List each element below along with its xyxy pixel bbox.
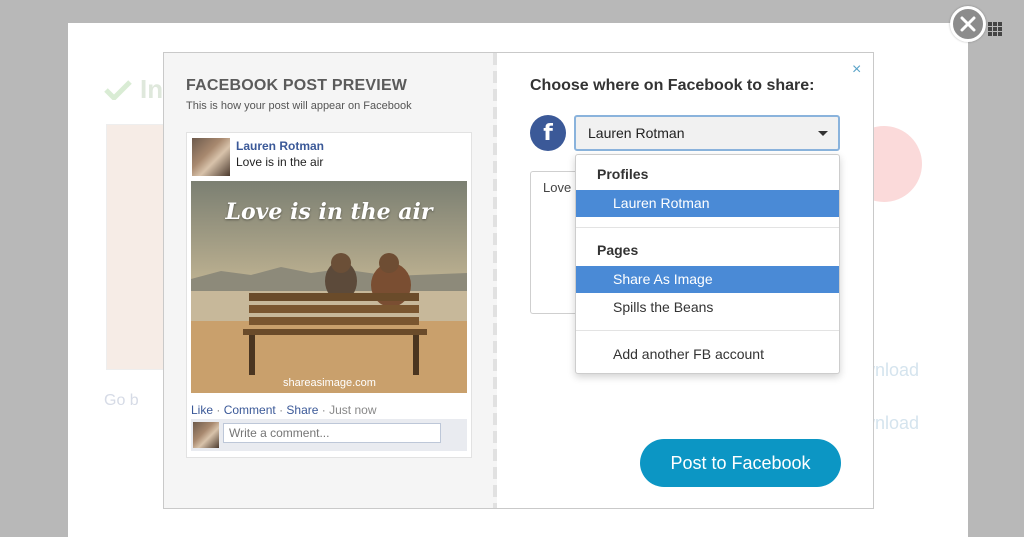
facebook-icon: f [530,115,566,151]
comment-row [191,419,467,451]
dropdown-item-page[interactable]: Share As Image [576,266,839,293]
avatar [192,138,230,176]
dropdown-item-profile[interactable]: Lauren Rotman [576,190,839,217]
avatar [193,422,219,448]
post-author[interactable]: Lauren Rotman [236,139,324,153]
check-icon [104,80,132,100]
dropdown-separator [576,330,839,331]
close-circle-icon[interactable] [950,6,986,42]
chevron-down-icon [818,131,828,136]
dropdown-header-profiles: Profiles [597,166,649,182]
share-target-title: Choose where on Facebook to share: [530,77,815,94]
like-link[interactable]: Like [191,403,213,417]
dropdown-separator [576,227,839,228]
account-dropdown: Profiles Lauren Rotman Pages Share As Im… [575,154,840,374]
dropdown-header-pages: Pages [597,242,639,258]
share-modal: FACEBOOK POST PREVIEW This is how your p… [163,52,874,509]
post-image: Love is in the air shareasimage.com [191,181,467,393]
background-title: In [140,74,164,104]
dropdown-item-add-account[interactable]: Add another FB account [576,341,839,368]
comment-input[interactable] [223,423,441,443]
comment-link[interactable]: Comment [224,403,276,417]
post-actions: Like · Comment · Share · Just now [191,403,376,417]
share-link[interactable]: Share [286,403,318,417]
post-time: Just now [329,403,377,417]
preview-subtitle: This is how your post will appear on Fac… [186,100,412,112]
separator-dot: · [216,403,224,417]
close-icon[interactable]: × [852,61,861,79]
post-to-facebook-button[interactable]: Post to Facebook [640,439,841,487]
panel-divider [493,53,497,508]
preview-panel: FACEBOOK POST PREVIEW This is how your p… [164,53,494,508]
facebook-post-preview: Lauren Rotman Love is in the air Love is… [186,132,472,458]
post-caption: Love is in the air [236,155,324,169]
background-image-panel [106,124,166,370]
message-textarea[interactable]: Love [530,171,578,314]
account-select[interactable]: Lauren Rotman [574,115,840,151]
dropdown-item-page[interactable]: Spills the Beans [576,294,839,321]
grid-icon[interactable] [988,22,1002,36]
post-image-text: Love is in the air [225,199,433,225]
post-image-watermark: shareasimage.com [283,377,376,389]
background-go-back: Go b [104,392,139,409]
preview-title: FACEBOOK POST PREVIEW [186,77,408,94]
account-select-value: Lauren Rotman [588,125,685,141]
